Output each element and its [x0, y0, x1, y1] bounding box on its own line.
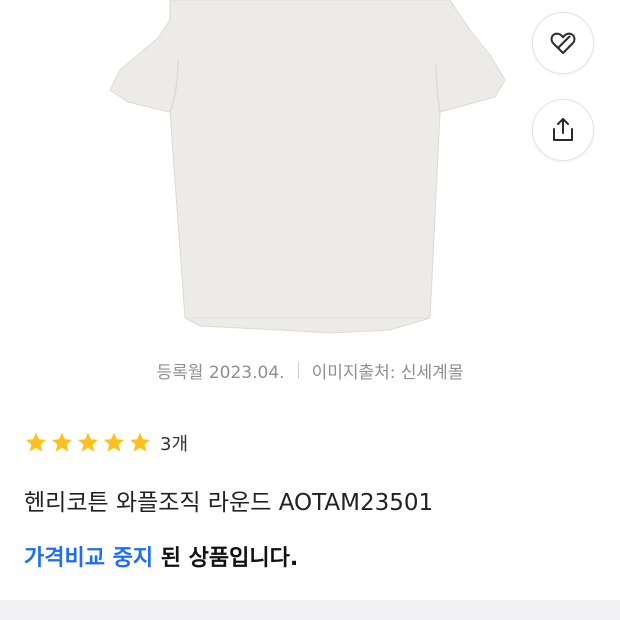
product-title: 헨리코튼 와플조직 라운드 AOTAM23501 — [24, 490, 434, 516]
star-rating — [24, 431, 152, 455]
rating-row[interactable]: 3개 — [24, 428, 188, 458]
product-meta: 등록월 2023.04. 이미지출처: 신세계몰 — [0, 356, 620, 384]
star-icon — [104, 432, 124, 452]
notice-highlight: 가격비교 중지 — [24, 546, 154, 571]
section-divider — [0, 600, 620, 620]
share-button[interactable] — [532, 99, 594, 161]
t-shirt-image — [109, 0, 506, 334]
star-icon — [78, 432, 98, 452]
share-icon — [553, 118, 573, 141]
star-icon — [26, 432, 46, 452]
registration-month: 등록월 2023.04. — [156, 362, 285, 383]
heart-outline-icon — [550, 32, 576, 54]
product-image[interactable] — [0, 0, 620, 345]
review-count[interactable]: 3개 — [160, 430, 188, 456]
notice-text: 된 상품입니다. — [153, 546, 299, 571]
price-comparison-notice: 가격비교 중지 된 상품입니다. — [24, 541, 298, 577]
image-source: 이미지출처: 신세계몰 — [311, 362, 464, 383]
star-icon — [52, 432, 72, 452]
meta-divider — [297, 361, 299, 379]
star-icon — [130, 432, 150, 452]
wish-button[interactable] — [532, 12, 594, 74]
